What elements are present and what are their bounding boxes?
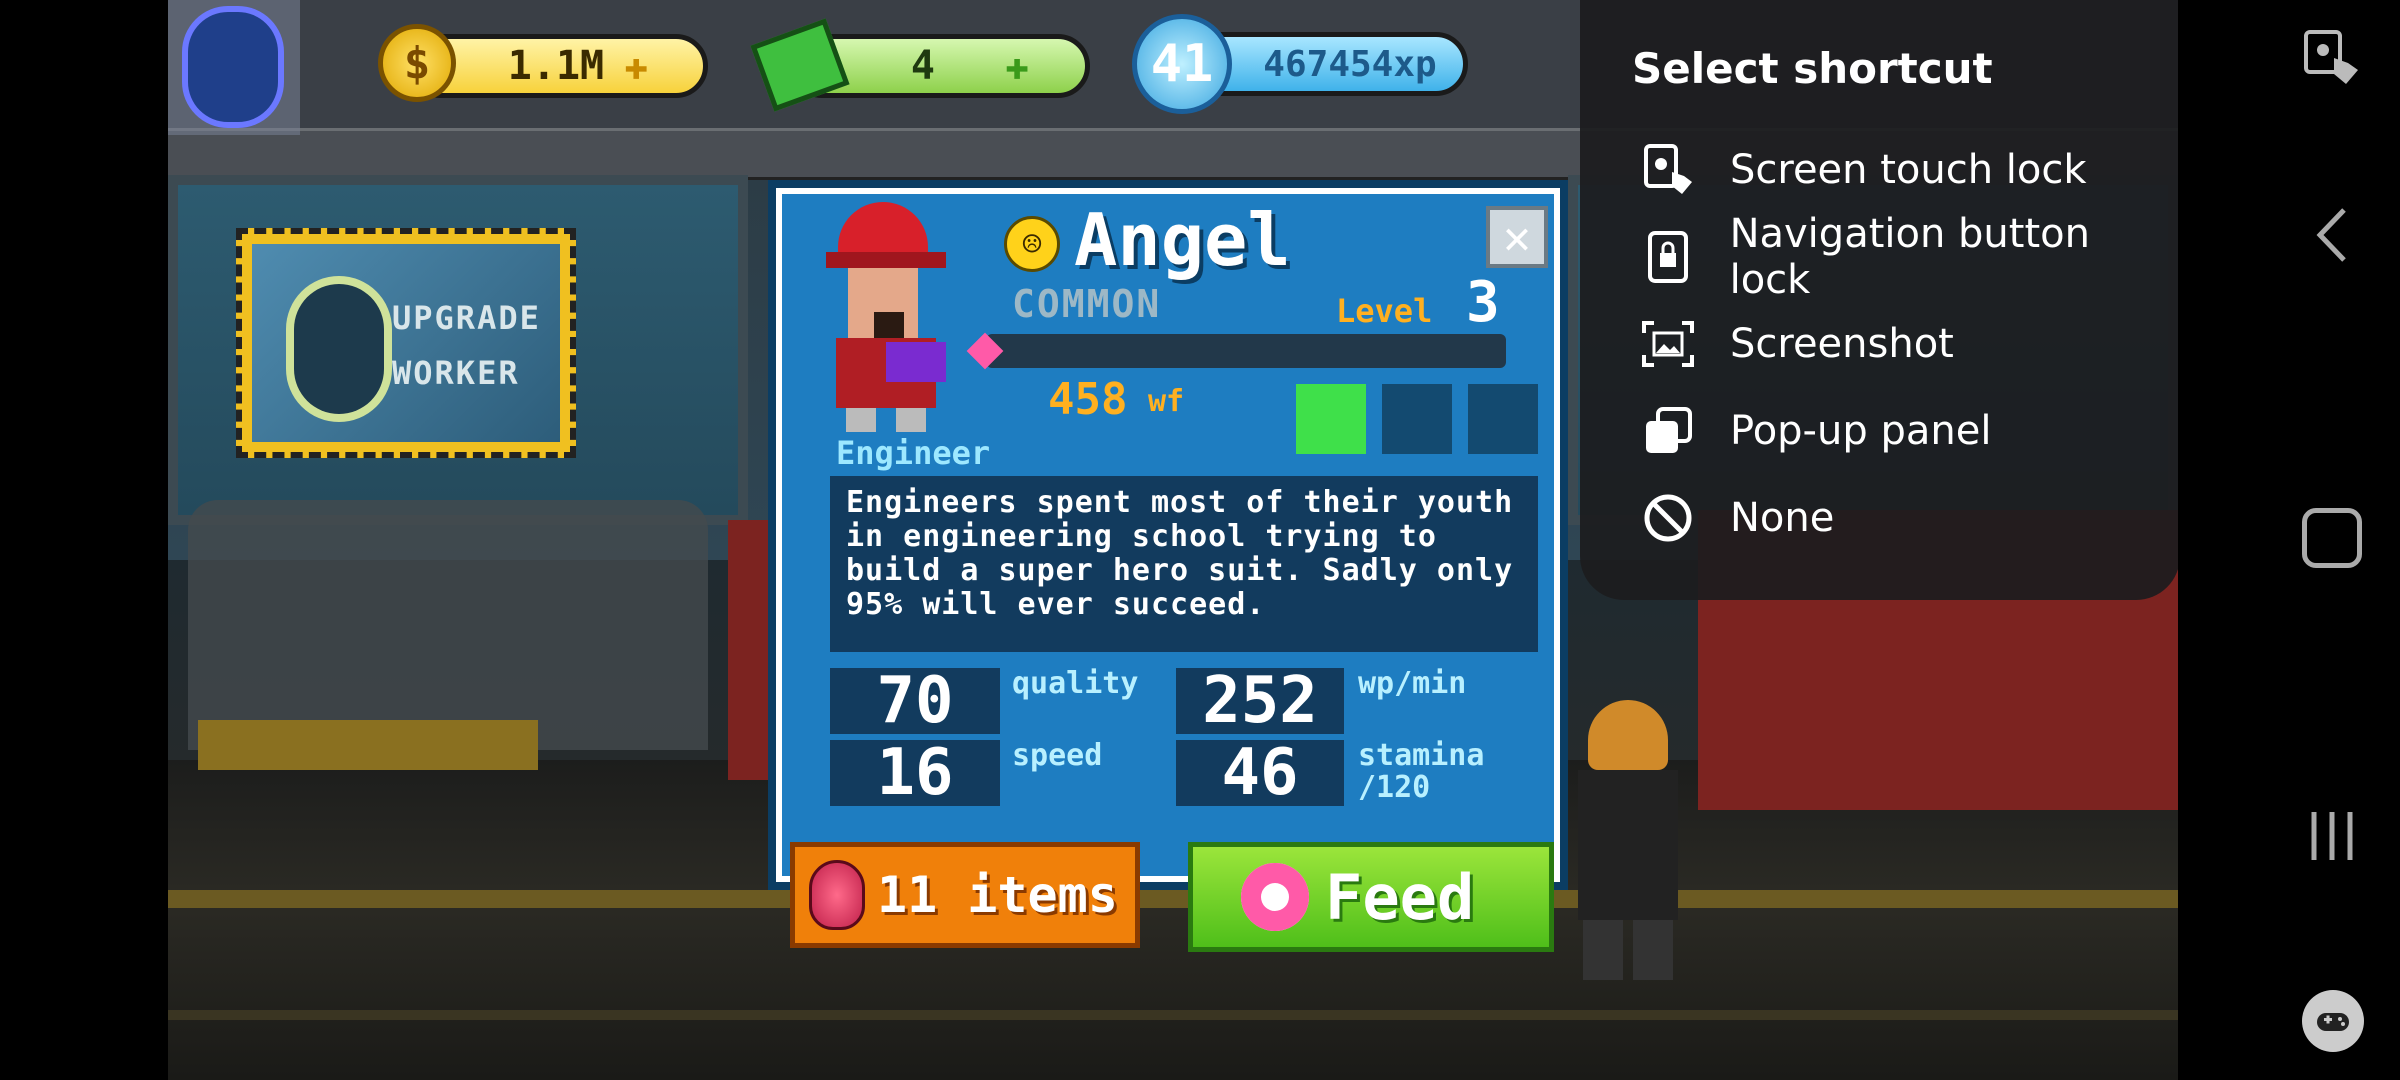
popup-panel-icon [1640, 403, 1696, 459]
shortcut-navigation-button-lock[interactable]: Navigation button lock [1640, 211, 2180, 303]
stamina-label: stamina [1358, 738, 1485, 773]
walking-worker[interactable] [1568, 700, 1688, 980]
cash-counter[interactable]: 4 ✚ [750, 18, 1090, 112]
nav-lock-icon [1640, 229, 1696, 285]
back-icon[interactable] [2308, 200, 2358, 270]
worker-card: ☹ Angel ✕ COMMON Level 3 458 wf Engineer… [768, 180, 1568, 890]
touch-lock-icon [1640, 142, 1696, 198]
role-label: Engineer [836, 434, 991, 472]
add-coins-icon[interactable]: ✚ [624, 43, 648, 89]
speed-value: 16 [830, 736, 1000, 810]
wp-min-value: 252 [1176, 664, 1344, 738]
feed-button[interactable]: Feed [1188, 842, 1554, 952]
quality-label: quality [1012, 666, 1139, 701]
coin-icon: $ [378, 24, 456, 102]
home-icon[interactable] [2302, 508, 2362, 568]
system-navigation-bar [2178, 0, 2400, 1080]
sad-face-icon: ☹ [1004, 216, 1060, 272]
add-cash-icon[interactable]: ✚ [1005, 43, 1029, 89]
shortcut-screenshot[interactable]: Screenshot [1640, 314, 1954, 374]
worker-name: Angel [1074, 198, 1291, 282]
shortcut-screen-touch-lock[interactable]: Screen touch lock [1640, 140, 2087, 200]
screenshot-icon [1640, 316, 1696, 372]
touch-lock-icon[interactable] [2300, 28, 2360, 88]
upgrade-slot-empty [1382, 384, 1452, 454]
quality-value: 70 [830, 664, 1000, 738]
worker-silhouette-icon [294, 284, 384, 414]
select-shortcut-panel: Select shortcut Screen touch lock Naviga… [1580, 0, 2180, 600]
upgrade-slot-filled [1296, 384, 1366, 454]
wf-unit: wf [1148, 384, 1185, 419]
potion-icon [809, 860, 865, 930]
game-tools-icon[interactable] [2302, 990, 2364, 1052]
machine-base [198, 720, 538, 770]
none-icon [1640, 490, 1696, 546]
coins-value: 1.1M [507, 43, 605, 89]
shortcut-pop-up-panel[interactable]: Pop-up panel [1640, 401, 1991, 461]
floor-stripe-2 [168, 1010, 2178, 1020]
shortcut-label: Navigation button lock [1729, 211, 2090, 303]
progress-start-marker [966, 332, 1004, 370]
upgrade-slot-empty [1468, 384, 1538, 454]
wf-value: 458 [1048, 374, 1128, 425]
cash-value: 4 [910, 43, 935, 89]
shortcut-label: Screen touch lock [1730, 147, 2087, 193]
stamina-value: 46 [1176, 736, 1344, 810]
experience-progress-bar [966, 332, 1506, 370]
close-icon[interactable]: ✕ [1486, 206, 1548, 268]
stamina-max: /120 [1358, 770, 1431, 805]
level-badge: 41 [1132, 14, 1232, 114]
avatar-icon [188, 12, 278, 122]
level-value: 3 [1466, 270, 1500, 335]
shortcut-label: Screenshot [1730, 321, 1954, 367]
panel-title: Select shortcut [1632, 44, 1993, 93]
items-button[interactable]: 11 items [790, 842, 1140, 948]
items-button-label: 11 items [877, 866, 1118, 924]
shortcut-label: Pop-up panel [1730, 408, 1992, 454]
coins-counter[interactable]: 1.1M ✚ $ [378, 20, 708, 112]
wp-min-label: wp/min [1358, 666, 1467, 701]
xp-value: 467454xp [1263, 43, 1437, 85]
upgrade-sign-line1: UPGRADE [392, 299, 541, 337]
rarity-label: COMMON [1012, 282, 1162, 326]
feed-button-label: Feed [1325, 860, 1475, 934]
shortcut-none[interactable]: None [1640, 488, 1834, 548]
upgrade-worker-sign[interactable]: UPGRADE WORKER [236, 228, 576, 458]
speed-label: speed [1012, 738, 1103, 773]
shortcut-label: None [1730, 495, 1835, 541]
recent-apps-icon[interactable] [2306, 808, 2358, 864]
xp-counter[interactable]: 467454xp 41 [1132, 14, 1468, 114]
upgrade-sign-line2: WORKER [392, 354, 520, 392]
background-machine [188, 500, 708, 750]
donut-icon [1241, 863, 1309, 931]
player-avatar-button[interactable] [168, 0, 300, 135]
level-label: Level [1336, 292, 1433, 330]
worker-portrait [826, 202, 946, 432]
floor-stripe [168, 890, 2178, 908]
worker-description: Engineers spent most of their youth in e… [830, 476, 1538, 652]
